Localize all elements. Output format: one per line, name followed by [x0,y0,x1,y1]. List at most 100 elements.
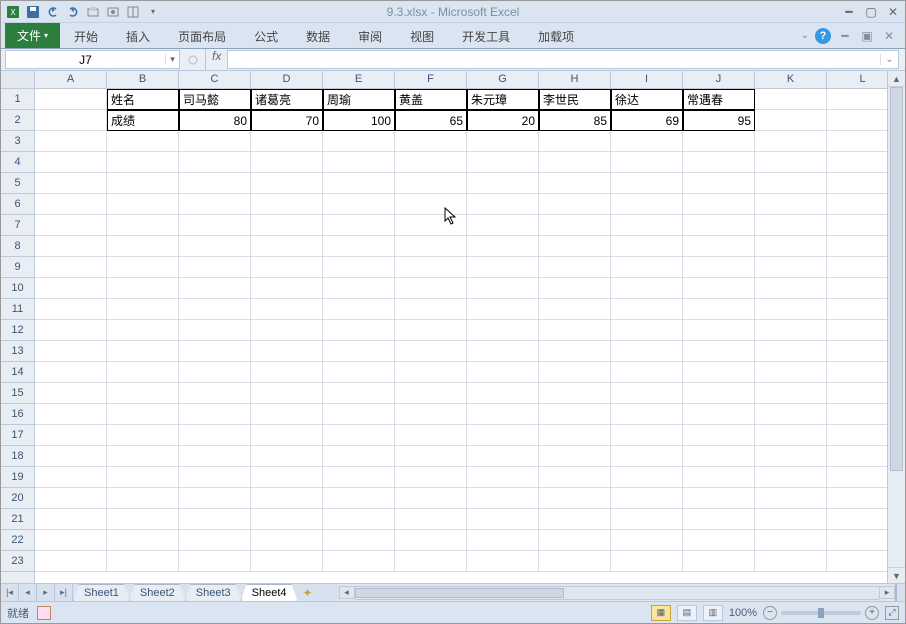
cell-H17[interactable] [539,425,611,446]
cell-D8[interactable] [251,236,323,257]
zoom-percent[interactable]: 100% [729,607,757,619]
workbook-close-button[interactable]: ✕ [881,28,897,44]
redo-icon[interactable] [65,4,81,20]
cell-K10[interactable] [755,278,827,299]
cell-C17[interactable] [179,425,251,446]
undo-icon[interactable] [45,4,61,20]
cell-J6[interactable] [683,194,755,215]
cell-H21[interactable] [539,509,611,530]
cell-D11[interactable] [251,299,323,320]
row-header-20[interactable]: 20 [1,488,34,509]
cell-H18[interactable] [539,446,611,467]
cell-C1[interactable]: 司马懿 [179,89,251,110]
scroll-up-icon[interactable]: ▲ [888,71,905,87]
cell-H6[interactable] [539,194,611,215]
cell-G20[interactable] [467,488,539,509]
cell-E18[interactable] [323,446,395,467]
row-header-6[interactable]: 6 [1,194,34,215]
cell-G22[interactable] [467,530,539,551]
cell-E21[interactable] [323,509,395,530]
cell-G6[interactable] [467,194,539,215]
cell-I23[interactable] [611,551,683,572]
cell-C5[interactable] [179,173,251,194]
cell-A3[interactable] [35,131,107,152]
formula-expand-icon[interactable]: ⌄ [880,54,898,65]
cell-A13[interactable] [35,341,107,362]
cell-J8[interactable] [683,236,755,257]
cell-B22[interactable] [107,530,179,551]
cell-G16[interactable] [467,404,539,425]
qat-dropdown-icon[interactable]: ▾ [145,4,161,20]
cell-D23[interactable] [251,551,323,572]
column-header-E[interactable]: E [323,71,395,88]
cell-C9[interactable] [179,257,251,278]
cell-H8[interactable] [539,236,611,257]
cell-A15[interactable] [35,383,107,404]
cell-C23[interactable] [179,551,251,572]
fx-icon[interactable]: fx [206,49,227,70]
cell-D16[interactable] [251,404,323,425]
row-header-9[interactable]: 9 [1,257,34,278]
cell-B7[interactable] [107,215,179,236]
cell-K3[interactable] [755,131,827,152]
cell-H4[interactable] [539,152,611,173]
cell-E8[interactable] [323,236,395,257]
cell-A8[interactable] [35,236,107,257]
workbook-restore-button[interactable]: ▣ [859,28,875,44]
zoom-in-button[interactable]: + [865,606,879,620]
ribbon-tab-5[interactable]: 审阅 [344,23,396,48]
row-header-23[interactable]: 23 [1,551,34,572]
file-tab[interactable]: 文件 ▾ [5,23,60,48]
close-button[interactable]: ✕ [885,4,901,20]
row-header-13[interactable]: 13 [1,341,34,362]
cell-G15[interactable] [467,383,539,404]
column-header-H[interactable]: H [539,71,611,88]
cell-I18[interactable] [611,446,683,467]
cell-J21[interactable] [683,509,755,530]
cell-G17[interactable] [467,425,539,446]
cell-D5[interactable] [251,173,323,194]
row-header-15[interactable]: 15 [1,383,34,404]
cell-G21[interactable] [467,509,539,530]
cell-I9[interactable] [611,257,683,278]
column-header-B[interactable]: B [107,71,179,88]
cell-B18[interactable] [107,446,179,467]
cell-B17[interactable] [107,425,179,446]
row-header-2[interactable]: 2 [1,110,34,131]
vscroll-thumb[interactable] [890,87,903,471]
cell-D20[interactable] [251,488,323,509]
cell-D9[interactable] [251,257,323,278]
cell-K22[interactable] [755,530,827,551]
cell-H5[interactable] [539,173,611,194]
cell-A9[interactable] [35,257,107,278]
cell-H2[interactable]: 85 [539,110,611,131]
cell-I13[interactable] [611,341,683,362]
cell-D18[interactable] [251,446,323,467]
row-header-5[interactable]: 5 [1,173,34,194]
cell-F16[interactable] [395,404,467,425]
cell-H3[interactable] [539,131,611,152]
cell-A23[interactable] [35,551,107,572]
cell-F14[interactable] [395,362,467,383]
cell-I10[interactable] [611,278,683,299]
cell-A7[interactable] [35,215,107,236]
cell-A20[interactable] [35,488,107,509]
cell-A14[interactable] [35,362,107,383]
sheet-tab-sheet2[interactable]: Sheet2 [129,584,186,601]
cell-F19[interactable] [395,467,467,488]
cell-A12[interactable] [35,320,107,341]
zoom-slider[interactable] [781,611,861,615]
cell-E2[interactable]: 100 [323,110,395,131]
cell-K4[interactable] [755,152,827,173]
zoom-slider-thumb[interactable] [818,608,824,618]
cell-D6[interactable] [251,194,323,215]
cell-F17[interactable] [395,425,467,446]
cell-A21[interactable] [35,509,107,530]
cell-H10[interactable] [539,278,611,299]
cell-H7[interactable] [539,215,611,236]
cell-A5[interactable] [35,173,107,194]
scroll-down-icon[interactable]: ▼ [888,567,905,583]
cell-I4[interactable] [611,152,683,173]
cell-K12[interactable] [755,320,827,341]
cell-K16[interactable] [755,404,827,425]
